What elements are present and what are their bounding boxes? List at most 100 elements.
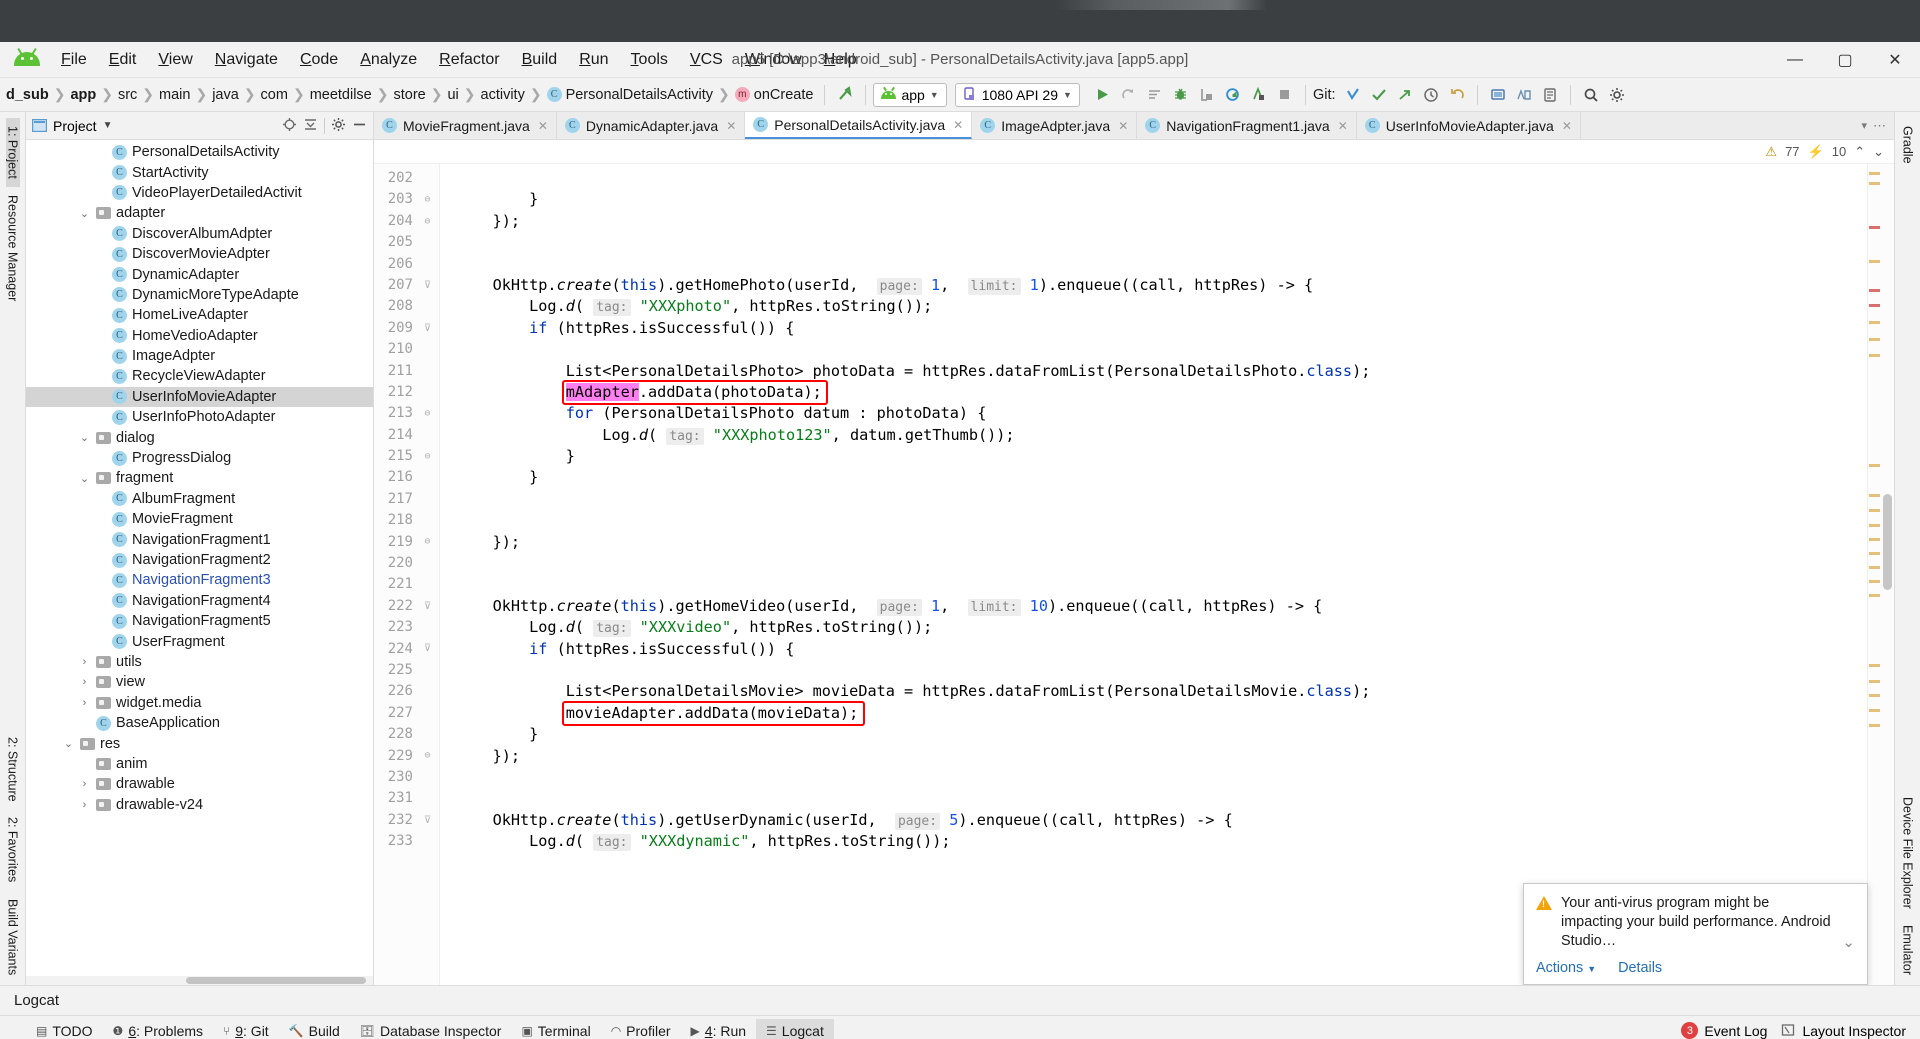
breadcrumb-item-java[interactable]: java bbox=[208, 87, 243, 103]
collapse-all-icon[interactable] bbox=[303, 117, 318, 135]
error-stripe-mark[interactable] bbox=[1869, 226, 1880, 229]
profiler-icon[interactable] bbox=[1220, 82, 1246, 108]
close-tab-icon[interactable]: ✕ bbox=[1562, 119, 1572, 133]
editor-tab-imageadpter-java[interactable]: C ImageAdpter.java ✕ bbox=[972, 112, 1138, 139]
tree-file-homevedioadapter[interactable]: C HomeVedioAdapter bbox=[26, 326, 373, 346]
apply-changes-icon[interactable] bbox=[1142, 82, 1168, 108]
sdk-manager-icon[interactable] bbox=[1511, 82, 1537, 108]
tree-folder-drawable-v24[interactable]: › drawable-v24 bbox=[26, 795, 373, 815]
tree-file-moviefragment[interactable]: C MovieFragment bbox=[26, 509, 373, 529]
tree-file-userfragment[interactable]: C UserFragment bbox=[26, 631, 373, 651]
breadcrumb-item-meetdilse[interactable]: meetdilse bbox=[306, 87, 376, 103]
tool-button-terminal[interactable]: ▣ Terminal bbox=[511, 1019, 600, 1039]
error-stripe-mark[interactable] bbox=[1869, 260, 1880, 263]
error-stripe-mark[interactable] bbox=[1869, 338, 1880, 341]
tool-button-problems[interactable]: ❶ 6: Problems bbox=[103, 1019, 213, 1039]
error-stripe-mark[interactable] bbox=[1869, 566, 1880, 569]
tree-file-discoveralbumadpter[interactable]: C DiscoverAlbumAdpter bbox=[26, 224, 373, 244]
tree-file-videoplayerdetailedactivit[interactable]: C VideoPlayerDetailedActivit bbox=[26, 183, 373, 203]
error-stripe-marker[interactable] bbox=[1867, 164, 1881, 985]
details-link[interactable]: Details bbox=[1618, 960, 1662, 976]
tool-button-todo[interactable]: ▤ TODO bbox=[26, 1019, 103, 1039]
device-file-explorer-icon[interactable] bbox=[1537, 82, 1563, 108]
error-stripe-mark[interactable] bbox=[1869, 580, 1880, 583]
code-fold-icon[interactable]: ⊖ bbox=[422, 536, 433, 548]
error-stripe-mark[interactable] bbox=[1869, 524, 1880, 527]
error-stripe-mark[interactable] bbox=[1869, 354, 1880, 357]
tree-folder-drawable[interactable]: › drawable bbox=[26, 774, 373, 794]
tree-folder-anim[interactable]: anim bbox=[26, 754, 373, 774]
code-fold-icon[interactable]: ⊖ bbox=[422, 194, 433, 205]
tree-file-personaldetailsactivity[interactable]: C PersonalDetailsActivity bbox=[26, 142, 373, 162]
error-stripe-mark[interactable] bbox=[1869, 321, 1880, 324]
menu-item-analyze[interactable]: Analyze bbox=[349, 47, 428, 73]
tree-file-dynamicmoretypeadapte[interactable]: C DynamicMoreTypeAdapte bbox=[26, 285, 373, 305]
next-problem-icon[interactable]: ⌄ bbox=[1873, 144, 1884, 160]
locate-icon[interactable] bbox=[282, 117, 297, 135]
minimize-button[interactable]: — bbox=[1770, 42, 1820, 78]
twisty-collapsed-icon[interactable]: › bbox=[78, 676, 91, 688]
close-tab-icon[interactable]: ✕ bbox=[726, 119, 736, 133]
error-stripe-mark[interactable] bbox=[1869, 680, 1880, 683]
twisty-collapsed-icon[interactable]: › bbox=[78, 778, 91, 790]
close-tab-icon[interactable]: ✕ bbox=[1118, 119, 1128, 133]
settings-gear-icon-project[interactable] bbox=[331, 117, 346, 135]
twisty-expanded-icon[interactable]: ⌄ bbox=[78, 472, 91, 485]
error-stripe-mark[interactable] bbox=[1869, 552, 1880, 555]
tool-button-build[interactable]: 🔨 Build bbox=[279, 1019, 350, 1039]
tool-button-profiler[interactable]: ◠ Profiler bbox=[601, 1019, 681, 1039]
tree-file-progressdialog[interactable]: C ProgressDialog bbox=[26, 448, 373, 468]
close-tab-icon[interactable]: ✕ bbox=[1338, 119, 1348, 133]
vcs-push-icon[interactable] bbox=[1392, 82, 1418, 108]
scrollbar-thumb-vertical[interactable] bbox=[1883, 494, 1892, 590]
tool-button-logcat[interactable]: ☰ Logcat bbox=[756, 1018, 834, 1039]
breadcrumb-item-main[interactable]: main bbox=[155, 87, 194, 103]
error-stripe-mark[interactable] bbox=[1869, 694, 1880, 697]
error-stripe-mark[interactable] bbox=[1869, 464, 1880, 467]
editor-vertical-scrollbar[interactable] bbox=[1881, 164, 1894, 985]
tree-folder-dialog[interactable]: ⌄ dialog bbox=[26, 427, 373, 447]
tree-file-discovermovieadpter[interactable]: C DiscoverMovieAdpter bbox=[26, 244, 373, 264]
breadcrumb-item-com[interactable]: com bbox=[257, 87, 292, 103]
tree-file-imageadpter[interactable]: C ImageAdpter bbox=[26, 346, 373, 366]
error-stripe-mark[interactable] bbox=[1869, 289, 1880, 292]
tree-file-albumfragment[interactable]: C AlbumFragment bbox=[26, 489, 373, 509]
rail-item-emulator[interactable]: Emulator bbox=[1901, 917, 1915, 985]
rail-item-favorites[interactable]: 2: Favorites bbox=[6, 809, 20, 890]
debug-icon[interactable] bbox=[1168, 82, 1194, 108]
tree-folder-res[interactable]: ⌄ res bbox=[26, 733, 373, 753]
menu-item-code[interactable]: Code bbox=[289, 47, 349, 73]
vcs-commit-icon[interactable] bbox=[1366, 82, 1392, 108]
twisty-expanded-icon[interactable]: ⌄ bbox=[78, 431, 91, 444]
revert-icon[interactable] bbox=[1444, 82, 1470, 108]
tree-file-navigationfragment2[interactable]: C NavigationFragment2 bbox=[26, 550, 373, 570]
layout-inspector-button[interactable]: Layout Inspector bbox=[1781, 1023, 1906, 1039]
editor-tab-navigationfragment1-java[interactable]: C NavigationFragment1.java ✕ bbox=[1137, 112, 1357, 139]
error-stripe-mark[interactable] bbox=[1869, 594, 1880, 597]
breadcrumb-item-src[interactable]: src bbox=[114, 87, 141, 103]
rail-item-resource-manager[interactable]: Resource Manager bbox=[6, 187, 20, 309]
notification-balloon[interactable]: Your anti-virus program might be impacti… bbox=[1523, 883, 1868, 985]
menu-item-vcs[interactable]: VCS bbox=[679, 47, 734, 73]
avd-manager-icon[interactable] bbox=[1485, 82, 1511, 108]
breadcrumb-item-app[interactable]: app bbox=[66, 87, 100, 103]
breadcrumb-item-activity[interactable]: activity bbox=[477, 87, 529, 103]
attach-debugger-icon[interactable] bbox=[1194, 82, 1220, 108]
code-fold-icon[interactable]: ⊽ bbox=[422, 815, 433, 826]
build-hammer-icon[interactable] bbox=[832, 82, 858, 108]
project-tree[interactable]: C PersonalDetailsActivity C StartActivity C V… bbox=[26, 140, 373, 976]
tree-folder-widget-media[interactable]: › widget.media bbox=[26, 693, 373, 713]
code-fold-icon[interactable]: ⊽ bbox=[422, 280, 433, 291]
error-stripe-mark[interactable] bbox=[1869, 664, 1880, 667]
module-selector[interactable]: app ▼ bbox=[873, 82, 947, 107]
chevron-down-icon-project[interactable]: ▼ bbox=[103, 120, 113, 131]
tree-file-dynamicadapter[interactable]: C DynamicAdapter bbox=[26, 264, 373, 284]
tree-file-navigationfragment1[interactable]: C NavigationFragment1 bbox=[26, 529, 373, 549]
tree-file-userinfomovieadapter[interactable]: C UserInfoMovieAdapter bbox=[26, 386, 373, 408]
collapse-icon[interactable]: ⌄ bbox=[1842, 933, 1855, 951]
code-fold-icon[interactable]: ⊽ bbox=[422, 323, 433, 334]
code-fold-icon[interactable]: ⊖ bbox=[422, 216, 433, 227]
twisty-expanded-icon[interactable]: ⌄ bbox=[62, 737, 75, 750]
twisty-collapsed-icon[interactable]: › bbox=[78, 799, 91, 811]
error-stripe-mark[interactable] bbox=[1869, 509, 1880, 512]
